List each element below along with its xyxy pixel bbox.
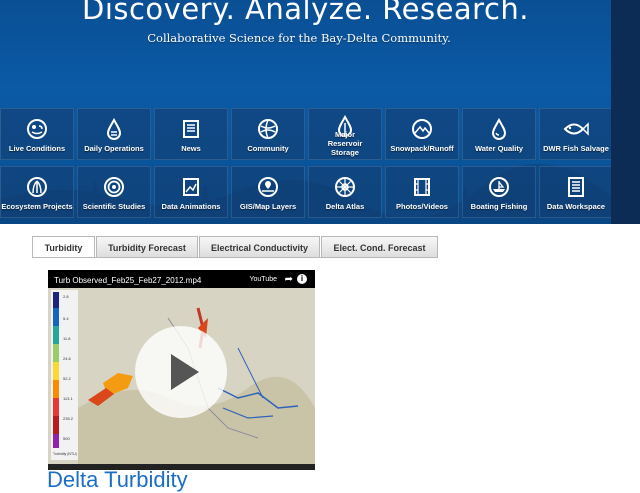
tile-label: Daily Operations [84, 144, 144, 153]
tile-label: Scientific Studies [82, 202, 146, 211]
community-icon [258, 119, 278, 139]
play-icon [171, 354, 199, 390]
tile-major-reservoir-storage[interactable]: Major Reservoir Storage [308, 108, 382, 160]
tile-label: Live Conditions [8, 144, 66, 153]
video-player[interactable]: Turb Observed_Feb25_Feb27_2012.mp4 YouTu… [48, 270, 315, 470]
tile-label: Photos/Videos [396, 202, 448, 211]
share-icon[interactable]: ➦ [285, 274, 293, 285]
legend-value: 24.6 [63, 356, 72, 361]
tile-photos-videos[interactable]: Photos/Videos [385, 166, 459, 218]
tile-label: Delta Atlas [325, 202, 365, 211]
tile-dwr-fish-salvage[interactable]: DWR Fish Salvage [539, 108, 611, 160]
tile-label: News [181, 144, 201, 153]
news-icon [183, 120, 199, 138]
water-quality-drop-icon [491, 118, 507, 140]
tile-scientific-studies[interactable]: Scientific Studies [77, 166, 151, 218]
hero-subtitle: Collaborative Science for the Bay-Delta … [147, 31, 451, 45]
tile-daily-operations[interactable]: Daily Operations [77, 108, 151, 160]
tile-news[interactable]: News [154, 108, 228, 160]
hero-title: Discovery. Analyze. Research. [81, 0, 530, 26]
document-icon [568, 177, 584, 197]
legend-value: 11.8 [63, 336, 71, 341]
tab-turbidity[interactable]: Turbidity [32, 236, 95, 258]
tile-label: Data Animations [161, 202, 221, 211]
hero-banner: Discovery. Analyze. Research. Collaborat… [0, 0, 611, 224]
compass-icon [335, 177, 355, 197]
tab-electrical-conductivity[interactable]: Electrical Conductivity [199, 236, 320, 258]
live-conditions-icon [27, 119, 47, 139]
tile-label: Snowpack/Runoff [390, 144, 454, 153]
tab-divider [32, 257, 438, 258]
legend-value: 5.4 [63, 316, 69, 321]
boat-icon [489, 177, 509, 197]
youtube-label[interactable]: YouTube [249, 276, 277, 283]
legend-value: 235.2 [63, 416, 74, 421]
section-heading: Delta Turbidity [47, 467, 188, 492]
tile-boating-fishing[interactable]: Boating Fishing [462, 166, 536, 218]
tab-turbidity-forecast[interactable]: Turbidity Forecast [96, 236, 198, 258]
tile-gis-map-layers[interactable]: GIS/Map Layers [231, 166, 305, 218]
mountain-icon [412, 119, 432, 139]
ecosystem-icon [27, 177, 47, 197]
tile-label: Major Reservoir Storage [327, 130, 363, 157]
tile-water-quality[interactable]: Water Quality [462, 108, 536, 160]
target-icon [104, 177, 124, 197]
hero-side-panel [611, 0, 640, 224]
tile-label: DWR Fish Salvage [543, 144, 609, 153]
fish-icon [563, 122, 589, 136]
legend-color-scale: 2.8 5.4 11.8 24.6 52.2 113.1 235.2 500 T… [53, 292, 77, 456]
tab-elect-cond-forecast[interactable]: Elect. Cond. Forecast [321, 236, 438, 258]
water-drop-icon [106, 118, 122, 140]
tile-label: Boating Fishing [470, 202, 528, 211]
play-button[interactable] [135, 326, 227, 418]
legend-value: 2.8 [63, 294, 69, 299]
tile-data-animations[interactable]: Data Animations [154, 166, 228, 218]
video-title[interactable]: Turb Observed_Feb25_Feb27_2012.mp4 [54, 276, 201, 285]
tile-label: Ecosystem Projects [1, 202, 73, 211]
map-pin-icon [258, 177, 278, 197]
film-icon [414, 178, 430, 196]
tile-community[interactable]: Community [231, 108, 305, 160]
tile-delta-atlas[interactable]: Delta Atlas [308, 166, 382, 218]
tile-snowpack-runoff[interactable]: Snowpack/Runoff [385, 108, 459, 160]
tile-live-conditions[interactable]: Live Conditions [0, 108, 74, 160]
legend-value: 500 [63, 436, 70, 441]
tile-label: Water Quality [474, 144, 524, 153]
tile-label: Data Workspace [546, 202, 606, 211]
tile-label: GIS/Map Layers [239, 202, 297, 211]
legend-caption: Turbidity (NTU) [53, 452, 77, 456]
legend-value: 113.1 [63, 396, 73, 401]
turbidity-legend: 2.8 5.4 11.8 24.6 52.2 113.1 235.2 500 T… [51, 290, 78, 460]
chart-icon [183, 178, 199, 196]
info-icon[interactable]: i [297, 274, 307, 284]
tile-data-workspace[interactable]: Data Workspace [539, 166, 611, 218]
tile-label: Community [247, 144, 289, 153]
tile-ecosystem-projects[interactable]: Ecosystem Projects [0, 166, 74, 218]
legend-value: 52.2 [63, 376, 72, 381]
